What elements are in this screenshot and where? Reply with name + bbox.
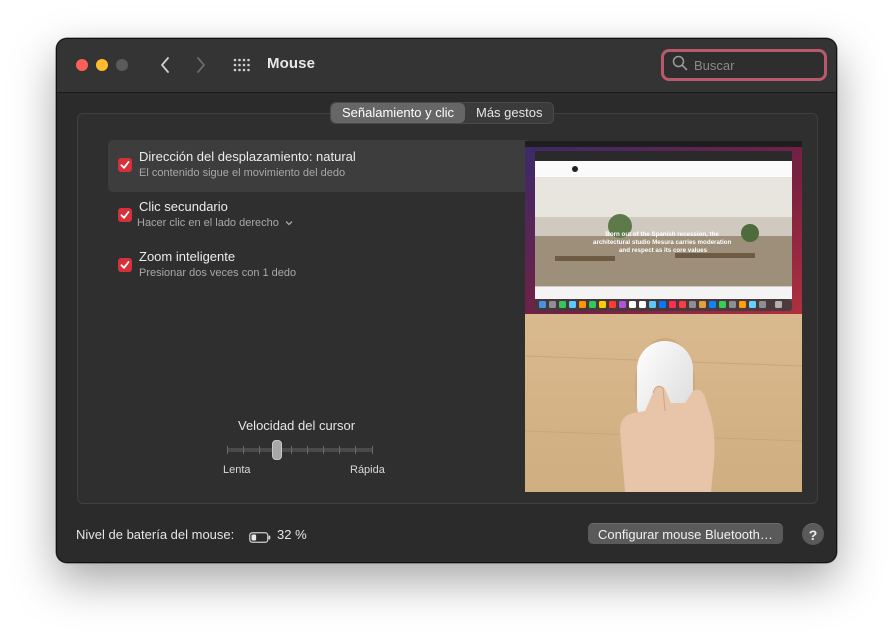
close-window-button[interactable] (76, 59, 88, 71)
chevron-down-icon (285, 221, 293, 226)
slider-tick (291, 446, 292, 454)
slow-label: Lenta (223, 464, 251, 476)
gesture-preview: Born out of the Spanish recession, the a… (525, 141, 802, 492)
option-title: Zoom inteligente (139, 249, 236, 264)
window-title: Mouse (267, 55, 316, 72)
slider-tick (339, 446, 340, 454)
tab-bar: Señalamiento y clic Más gestos (330, 102, 555, 124)
battery-label: Nivel de batería del mouse: (76, 527, 235, 542)
preferences-window: Mouse Señalamiento y clic Más gestos Dir… (56, 38, 837, 563)
checkmark-icon (120, 161, 130, 169)
smart-zoom-checkbox[interactable] (118, 258, 132, 272)
option-title: Dirección del desplazamiento: natural (139, 149, 356, 164)
dropdown-value: Hacer clic en el lado derecho (137, 217, 279, 229)
secondary-click-dropdown[interactable]: Hacer clic en el lado derecho (137, 217, 293, 229)
checkmark-icon (120, 261, 130, 269)
slider-tick (372, 446, 373, 454)
minimize-window-button[interactable] (96, 59, 108, 71)
slider-tick (307, 446, 308, 454)
search-icon (672, 55, 688, 76)
slider-tick (323, 446, 324, 454)
battery-icon (249, 530, 271, 548)
slider-tick (259, 446, 260, 454)
cursor-speed-slider[interactable] (227, 440, 373, 464)
option-title: Clic secundario (139, 199, 228, 214)
option-scroll-direction[interactable]: Dirección del desplazamiento: natural El… (108, 140, 532, 192)
dock-icons (539, 301, 782, 308)
slider-tick (227, 446, 228, 454)
checkmark-icon (120, 211, 130, 219)
slider-tick (355, 446, 356, 454)
tab-more-gestures[interactable]: Más gestos (465, 103, 553, 123)
secondary-click-checkbox[interactable] (118, 208, 132, 222)
slider-thumb[interactable] (271, 440, 282, 460)
forward-chevron-icon[interactable] (189, 53, 213, 77)
search-input[interactable] (694, 57, 814, 73)
option-smart-zoom[interactable]: Zoom inteligente Presionar dos veces con… (108, 240, 532, 292)
slider-tick (243, 446, 244, 454)
titlebar: Mouse (57, 39, 836, 93)
scroll-direction-checkbox[interactable] (118, 158, 132, 172)
battery-value: 32 % (277, 527, 307, 542)
slider-track (227, 448, 373, 452)
option-secondary-click[interactable]: Clic secundario Hacer clic en el lado de… (108, 190, 532, 242)
help-button[interactable]: ? (802, 523, 824, 545)
tab-pointing-click[interactable]: Señalamiento y clic (331, 103, 465, 123)
option-subtitle: Presionar dos veces con 1 dedo (139, 267, 297, 279)
fast-label: Rápida (350, 464, 385, 476)
preview-illustration: Born out of the Spanish recession, the a… (525, 141, 802, 492)
zoom-window-button[interactable] (116, 59, 128, 71)
configure-bluetooth-button[interactable]: Configurar mouse Bluetooth… (588, 523, 783, 544)
battery-fill (251, 534, 257, 541)
search-field[interactable] (661, 49, 827, 81)
option-subtitle: El contenido sigue el movimiento del ded… (139, 167, 346, 179)
cursor-speed-label: Velocidad del cursor (238, 418, 356, 433)
back-chevron-icon[interactable] (153, 53, 177, 77)
grid-icon[interactable] (231, 55, 253, 75)
